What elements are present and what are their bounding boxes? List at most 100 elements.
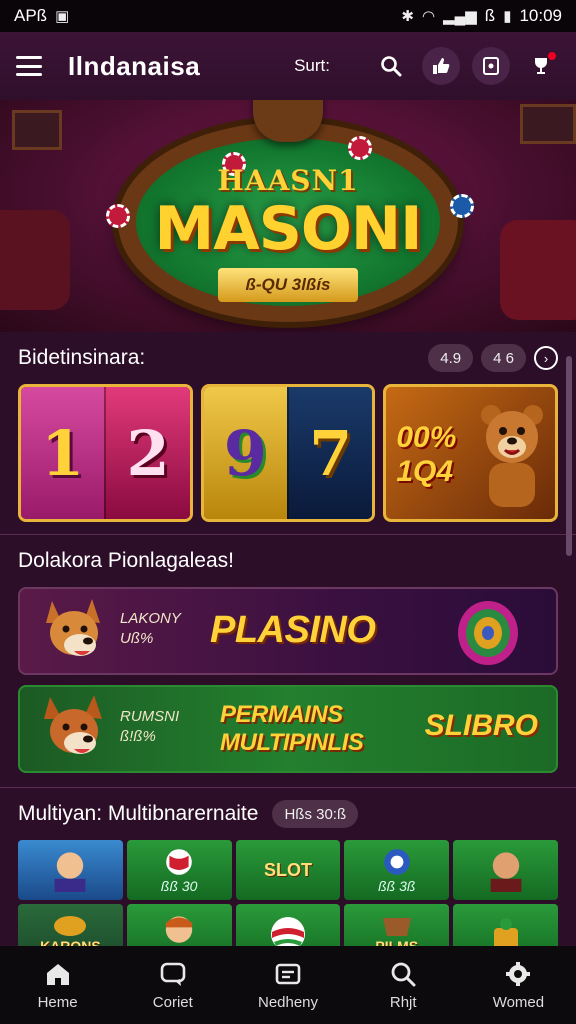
game-tile-title: PILMS — [375, 938, 419, 946]
wallet-icon[interactable] — [472, 47, 510, 85]
section-header: Dolakora Pionlagaleas! — [0, 535, 576, 587]
slot-game-card[interactable]: 1 2 — [18, 384, 193, 522]
promo-side-label: LAKONY Uß% — [120, 609, 181, 649]
pot-icon — [382, 918, 411, 936]
hero-subtitle: HAASN1 — [217, 164, 359, 197]
promo-banner[interactable]: RUMSNI ß!ß% PERMAINS MULTIPINLIS SLIBRO — [18, 685, 558, 773]
game-tile[interactable]: PILMS — [344, 904, 450, 946]
scrollbar[interactable] — [566, 356, 572, 556]
home-icon — [46, 963, 69, 985]
nav-label: Coriet — [152, 993, 193, 1011]
notification-badge — [548, 52, 556, 60]
carrier-label: APß — [14, 6, 48, 25]
promo-banner[interactable]: LAKONY Uß% PLASINO — [18, 587, 558, 675]
promo-side-line: Uß% — [120, 630, 154, 647]
chevron-right-icon[interactable]: › — [534, 346, 558, 370]
promo-side-label: RUMSNI ß!ß% — [120, 707, 179, 747]
clock: 10:09 — [519, 6, 562, 25]
status-bar: APß ▣ ✱ ◠ ▂▄▆ ß ▮ 10:09 — [0, 0, 576, 32]
ball-icon — [383, 849, 410, 875]
nav-chat[interactable]: Coriet — [115, 946, 230, 1024]
game-tile[interactable] — [18, 840, 123, 900]
hero-title: MASONI — [154, 194, 423, 264]
slot-reel: 7 — [287, 387, 373, 519]
wheel-icon — [458, 601, 518, 665]
nav-label: Nedheny — [257, 993, 319, 1011]
character-icon — [165, 916, 193, 943]
slot-promo-line: 00% — [396, 421, 457, 454]
game-tile-title: SLOT — [263, 859, 312, 880]
notification-icon: ▣ — [55, 8, 70, 25]
app-bar: Ilndanaisa Surt: — [0, 32, 576, 100]
slot-promo-line: 1Q4 — [396, 455, 454, 488]
wall-frame — [12, 110, 62, 150]
main-content[interactable]: Bidetinsinara: 4.9 4 6 › 1 2 9 7 00% 1Q4 — [0, 332, 576, 946]
slot-game-card[interactable]: 9 7 — [200, 384, 376, 522]
game-tile[interactable] — [235, 904, 341, 946]
slot-reel: 2 — [104, 387, 190, 519]
promo-title: PLASINO — [210, 609, 376, 651]
game-tile-title: KARONS — [40, 938, 101, 946]
wallet-icon — [275, 963, 301, 984]
game-tile[interactable] — [126, 904, 232, 946]
chat-icon — [160, 962, 186, 986]
fox-mascot-icon — [44, 695, 102, 754]
game-tile[interactable]: ßß 3ß — [344, 840, 450, 900]
game-tile[interactable] — [453, 904, 558, 946]
settings-icon — [506, 961, 531, 986]
slot-promo-text: 00% 1Q4 — [396, 421, 456, 489]
bottom-nav: Heme Coriet Nedheny Rhjt Womed — [0, 946, 576, 1024]
signal-icon: ▂▄▆ — [443, 8, 477, 25]
chip-icon — [348, 136, 372, 160]
game-tile[interactable] — [453, 840, 558, 900]
promo-title: PERMAINS MULTIPINLIS — [220, 701, 364, 757]
game-grid: ßß 30 SLOT ßß 3ß KARONS PILMS — [0, 840, 576, 946]
dog-mascot-icon — [46, 599, 100, 656]
game-tile[interactable]: ßß 30 — [126, 840, 232, 900]
promo-side-line: RUMSNI — [120, 708, 180, 725]
gold-pot-icon — [54, 916, 87, 936]
game-tile-label: ßß 30 — [160, 878, 198, 894]
game-tile[interactable]: KARONS — [18, 904, 123, 946]
rating-pill[interactable]: 4.9 — [428, 344, 474, 372]
nav-home[interactable]: Heme — [0, 946, 115, 1024]
promo-title-line: PERMAINS — [220, 701, 343, 728]
rating-pill[interactable]: 4 6 — [481, 344, 526, 372]
nav-settings[interactable]: Womed — [461, 946, 576, 1024]
promo-side-line: LAKONY — [120, 610, 181, 627]
app-title: Ilndanaisa — [68, 50, 201, 81]
search-icon — [391, 962, 416, 986]
nav-label: Heme — [37, 993, 78, 1011]
character-icon — [54, 852, 86, 892]
hero-banner[interactable]: HAASN1 MASONI ß-QU 3lßís — [0, 100, 576, 332]
promo-logo: SLIBRO — [424, 709, 538, 742]
search-icon[interactable] — [372, 47, 410, 85]
wall-frame — [520, 104, 576, 144]
like-icon[interactable] — [422, 47, 460, 85]
nav-label: Womed — [492, 993, 545, 1011]
promo-side-line: ß!ß% — [120, 728, 156, 745]
section-title: Bidetinsinara: — [18, 346, 146, 369]
slot-game-card[interactable]: 00% 1Q4 — [383, 384, 559, 522]
status-extra: ß — [484, 6, 496, 25]
slot-reel: 1 — [21, 387, 105, 519]
nav-label: Rhjt — [389, 993, 417, 1011]
nav-wallet[interactable]: Nedheny — [230, 946, 345, 1024]
nav-search[interactable]: Rhjt — [346, 946, 461, 1024]
section-pill[interactable]: Hßs 30:ß — [272, 800, 359, 828]
bear-mascot-icon — [481, 405, 544, 507]
ball-icon — [270, 917, 305, 946]
promo-title-line: MULTIPINLIS — [220, 729, 364, 756]
ball-icon — [166, 849, 192, 875]
game-tile[interactable]: SLOT — [235, 840, 341, 900]
section-title: Dolakora Pionlagaleas! — [18, 549, 234, 572]
sort-button[interactable]: Surt: — [294, 56, 330, 76]
slot-reel: 9 — [203, 387, 288, 519]
section-header: Multiyan: Multibnarernaite Hßs 30:ß — [0, 788, 576, 840]
featured-slots: 1 2 9 7 00% 1Q4 — [0, 384, 576, 522]
treasure-icon — [493, 918, 518, 946]
battery-icon: ▮ — [503, 8, 512, 25]
character-icon — [490, 852, 521, 892]
menu-icon[interactable] — [16, 56, 42, 76]
wifi-icon: ◠ — [422, 8, 436, 25]
